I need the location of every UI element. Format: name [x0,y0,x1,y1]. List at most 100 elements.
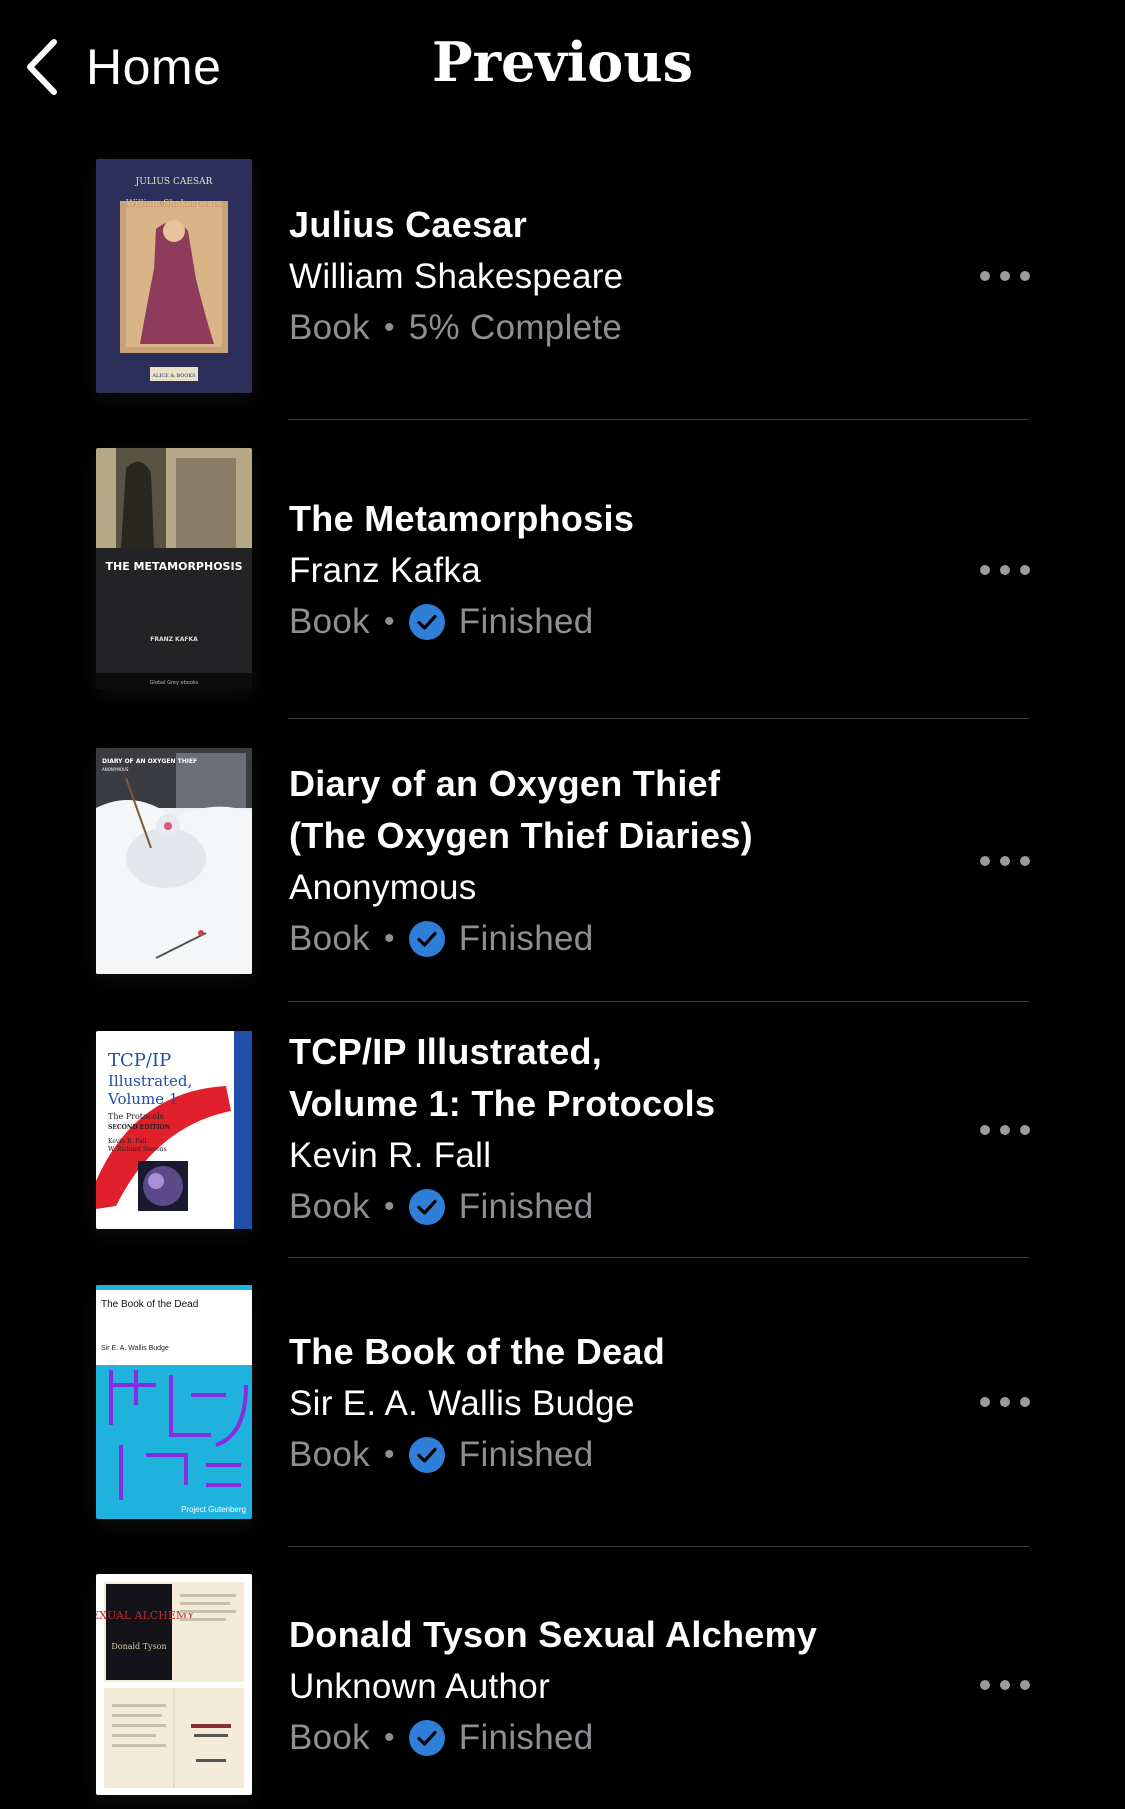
book-status: Book • Finished [289,1429,969,1480]
more-options-button[interactable] [980,1110,1030,1150]
book-kind: Book [289,919,370,958]
more-dot [1020,565,1030,575]
cover-publisher-text: Project Gutenberg [181,1505,246,1514]
cover-art: THE METAMORPHOSIS FRANZ KAFKA Global Gre… [96,448,252,689]
more-dot [980,1125,990,1135]
more-dot [1000,1125,1010,1135]
book-status: Book • Finished [289,1712,969,1763]
cover-author-text: William Shakespeare [126,199,222,209]
book-title: The Book of the Dead [289,1331,666,1372]
more-options-button[interactable] [980,256,1030,296]
more-options-button[interactable] [980,841,1030,881]
more-dot [1020,271,1030,281]
divider [288,1257,1029,1258]
book-title: Diary of an Oxygen Thief [289,763,721,804]
more-dot [980,565,990,575]
cover-publisher-text: ALICE & BOOKS [151,373,196,379]
cover-title-text: THE METAMORPHOSIS [105,560,242,573]
more-dot [980,856,990,866]
cover-art: SEXUAL ALCHEMY Donald Tyson [96,1574,252,1795]
cover-line3-text: Volume 1 [107,1090,178,1108]
separator-dot: • [383,922,395,955]
cover-title-text: JULIUS CAESAR [135,177,213,187]
cover-art: TCP/IP Illustrated, Volume 1 The Protoco… [96,1031,252,1229]
book-author: Sir E. A. Wallis Budge [289,1384,635,1423]
book-kind: Book [289,602,370,641]
book-status: Book • 5% Complete [289,302,969,353]
status-text: Finished [458,1718,594,1757]
status-text: Finished [458,1435,594,1474]
status-text: Finished [458,1187,594,1226]
cover-author-text: ANONYMOUS [102,767,129,772]
book-info: The Metamorphosis Franz Kafka Book • Fin… [289,493,969,647]
divider [288,718,1029,719]
book-cover[interactable]: JULIUS CAESAR William Shakespeare ALICE … [96,159,252,393]
cover-author-text: Donald Tyson [111,1642,166,1651]
checkmark-circle-icon [408,1719,445,1756]
more-dot [980,1397,990,1407]
more-dot [1000,856,1010,866]
cover-title-text: DIARY OF AN OXYGEN THIEF [102,758,197,765]
more-dot [1020,1125,1030,1135]
checkmark-circle-icon [408,1436,445,1473]
status-text: Finished [458,919,594,958]
book-kind: Book [289,1187,370,1226]
book-author: Unknown Author [289,1667,551,1706]
more-dot [1020,1397,1030,1407]
book-status: Book • Finished [289,1181,969,1232]
book-cover[interactable]: DIARY OF AN OXYGEN THIEF ANONYMOUS [96,748,252,974]
book-author: William Shakespeare [289,257,624,296]
book-cover[interactable]: THE METAMORPHOSIS FRANZ KAFKA Global Gre… [96,448,252,689]
book-title-line2: (The Oxygen Thief Diaries) [289,815,753,856]
more-options-button[interactable] [980,550,1030,590]
more-options-button[interactable] [980,1665,1030,1705]
more-options-button[interactable] [980,1382,1030,1422]
book-title-line2: Volume 1: The Protocols [289,1083,716,1124]
cover-title-text: The Book of the Dead [101,1299,198,1310]
book-cover[interactable]: SEXUAL ALCHEMY Donald Tyson [96,1574,252,1795]
more-dot [1000,271,1010,281]
cover-title-text: TCP/IP [108,1050,171,1071]
progress-text: 5% Complete [408,308,623,347]
book-title: Donald Tyson Sexual Alchemy [289,1614,818,1655]
book-author: Franz Kafka [289,551,481,590]
more-dot [980,1680,990,1690]
book-cover[interactable]: TCP/IP Illustrated, Volume 1 The Protoco… [96,1031,252,1229]
book-kind: Book [289,308,370,347]
separator-dot: • [383,1190,395,1223]
book-author: Kevin R. Fall [289,1136,492,1175]
cover-line2-text: Illustrated, [108,1072,192,1090]
separator-dot: • [383,605,395,638]
checkmark-circle-icon [408,1188,445,1225]
more-dot [1020,856,1030,866]
book-status: Book • Finished [289,913,969,964]
book-info: Julius Caesar William Shakespeare Book •… [289,199,969,353]
book-kind: Book [289,1718,370,1757]
more-dot [1020,1680,1030,1690]
more-dot [980,271,990,281]
checkmark-circle-icon [408,603,445,640]
cover-edition-text: SECOND EDITION [108,1124,171,1131]
book-title: Julius Caesar [289,204,528,245]
book-cover[interactable]: The Book of the Dead Sir E. A. Wallis Bu… [96,1285,252,1519]
more-dot [1000,1397,1010,1407]
cover-authors-text: Kevin R. Fall [108,1138,147,1145]
divider [288,1001,1029,1002]
divider [288,1546,1029,1547]
cover-art: JULIUS CAESAR William Shakespeare ALICE … [96,159,252,393]
book-info: Donald Tyson Sexual Alchemy Unknown Auth… [289,1609,969,1763]
separator-dot: • [383,1438,395,1471]
cover-publisher-text: Global Grey ebooks [150,680,199,686]
separator-dot: • [383,1721,395,1754]
book-title: TCP/IP Illustrated, [289,1031,603,1072]
checkmark-circle-icon [408,920,445,957]
cover-author-text: Sir E. A. Wallis Budge [101,1345,169,1352]
status-text: Finished [458,602,594,641]
cover-authors2-text: W. Richard Stevens [108,1146,167,1153]
book-status: Book • Finished [289,596,969,647]
book-title: The Metamorphosis [289,498,635,539]
navigation-bar: Home Previous [0,0,1125,140]
book-kind: Book [289,1435,370,1474]
page-title: Previous [432,30,693,94]
cover-art: DIARY OF AN OXYGEN THIEF ANONYMOUS [96,748,252,974]
